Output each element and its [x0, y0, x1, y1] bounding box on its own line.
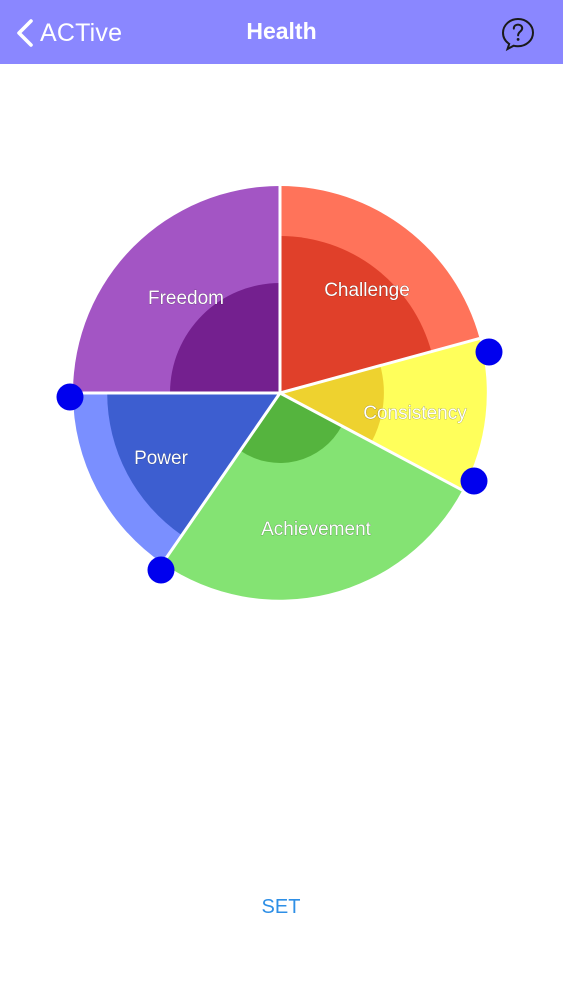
segment-challenge-label: Challenge [324, 280, 410, 301]
set-button[interactable]: SET [231, 896, 331, 926]
segment-freedom[interactable]: Freedom [73, 186, 280, 393]
boundary-handle-consistency-achievement[interactable] [460, 467, 488, 495]
values-wheel: Freedom Challenge Consistency Achievemen… [56, 186, 503, 600]
boundary-handle-power-freedom[interactable] [56, 383, 84, 411]
boundary-handle-challenge-consistency[interactable] [475, 338, 503, 366]
segment-achievement-label: Achievement [261, 519, 372, 540]
boundary-handle-achievement-power[interactable] [147, 556, 175, 584]
segment-freedom-label: Freedom [148, 288, 224, 309]
segment-consistency-label: Consistency [363, 403, 467, 424]
segment-power-label: Power [134, 448, 189, 469]
